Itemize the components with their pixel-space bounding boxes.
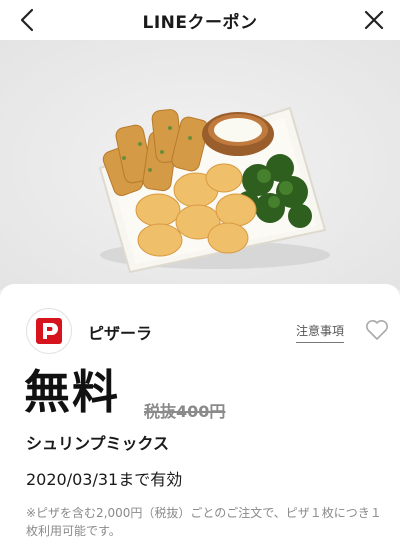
original-price: 税抜400円 [144,402,226,421]
close-icon[interactable] [360,6,388,34]
heart-icon[interactable] [364,318,390,342]
brand-logo [26,308,72,354]
header-bar: LINEクーポン [0,0,400,40]
food-platter-illustration [0,40,400,290]
hero-image [0,40,400,290]
page-title: LINEクーポン [142,12,258,33]
back-arrow-icon[interactable] [14,6,42,34]
expiry-suffix: まで有効 [118,470,183,489]
discount-label: 無料 [24,365,120,419]
brand-name: ピザーラ [88,324,153,343]
coupon-card: ピザーラ 注意事項 無料 税抜400円 シュリンプミックス 2020/03/31… [0,284,400,554]
expiry-date: 2020/03/31 [26,470,119,489]
product-name: シュリンプミックス [26,434,170,453]
usage-note: ※ピザを含む2,000円（税抜）ごとのご注文で、ピザ１枚につき１枚利用可能です。 [26,506,382,538]
notice-link[interactable]: 注意事項 [296,322,345,343]
pizzala-logo-icon [36,318,62,344]
expiry-text: 2020/03/31まで有効 [26,466,182,490]
